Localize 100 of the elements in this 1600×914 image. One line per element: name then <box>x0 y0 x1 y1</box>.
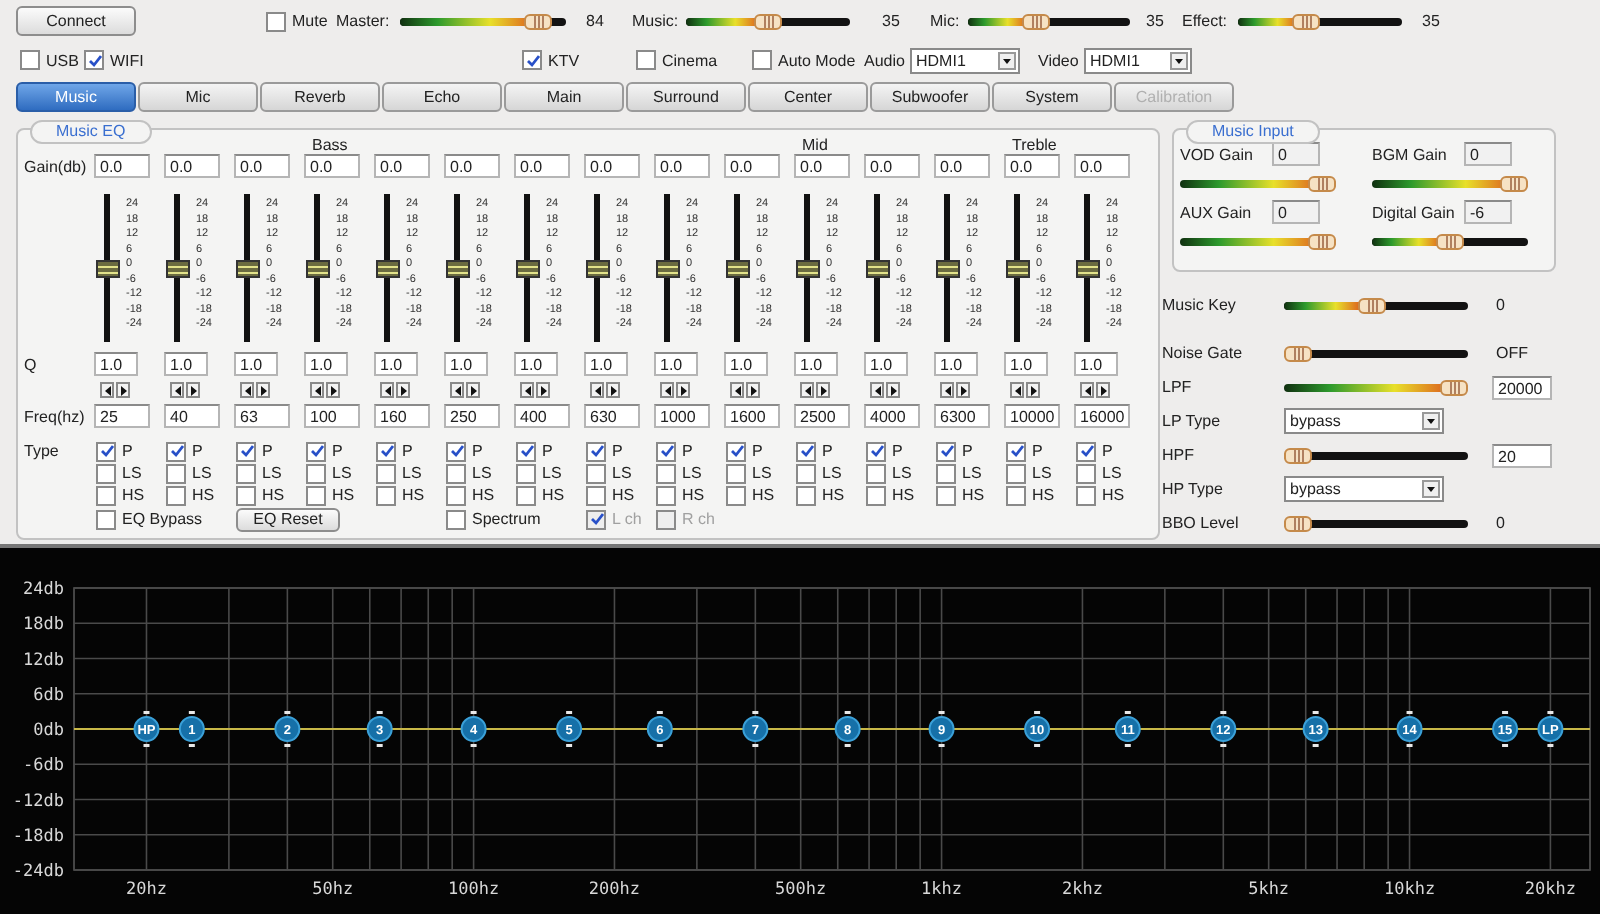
checkbox[interactable] <box>796 485 816 505</box>
decrease-button[interactable] <box>100 382 114 398</box>
gain-field[interactable]: 0.0 <box>94 154 150 178</box>
freq-field[interactable]: 1000 <box>654 404 710 428</box>
decrease-button[interactable] <box>450 382 464 398</box>
decrease-button[interactable] <box>310 382 324 398</box>
checkbox[interactable] <box>446 509 466 529</box>
slider-thumb[interactable] <box>656 259 680 277</box>
slider-thumb[interactable] <box>866 259 890 277</box>
freq-field[interactable]: 40 <box>164 404 220 428</box>
tab[interactable]: Echo <box>382 82 502 112</box>
checkbox[interactable] <box>1076 441 1096 461</box>
checkbox[interactable] <box>726 463 746 483</box>
checkbox[interactable] <box>1076 463 1096 483</box>
slider-thumb[interactable] <box>1308 176 1336 192</box>
checkbox[interactable] <box>522 50 542 70</box>
gain-field[interactable]: 0 <box>1272 142 1320 166</box>
freq-field[interactable]: 6300 <box>934 404 990 428</box>
increase-button[interactable] <box>746 382 760 398</box>
slider-thumb[interactable] <box>236 259 260 277</box>
dropdown[interactable]: bypass <box>1284 408 1444 434</box>
checkbox[interactable] <box>726 441 746 461</box>
tab[interactable]: Center <box>748 82 868 112</box>
checkbox[interactable] <box>20 50 40 70</box>
gain-field[interactable]: 0.0 <box>164 154 220 178</box>
decrease-button[interactable] <box>590 382 604 398</box>
checkbox[interactable] <box>936 463 956 483</box>
checkbox[interactable] <box>1076 485 1096 505</box>
checkbox[interactable] <box>446 463 466 483</box>
slider-thumb[interactable] <box>524 13 553 29</box>
freq-field[interactable]: 4000 <box>864 404 920 428</box>
increase-button[interactable] <box>536 382 550 398</box>
gain-field[interactable]: 0.0 <box>514 154 570 178</box>
increase-button[interactable] <box>116 382 130 398</box>
checkbox[interactable] <box>96 441 116 461</box>
decrease-button[interactable] <box>660 382 674 398</box>
gain-field[interactable]: 0.0 <box>304 154 360 178</box>
decrease-button[interactable] <box>730 382 744 398</box>
slider-thumb[interactable] <box>796 259 820 277</box>
increase-button[interactable] <box>1096 382 1110 398</box>
checkbox[interactable] <box>236 441 256 461</box>
checkbox[interactable] <box>376 485 396 505</box>
increase-button[interactable] <box>186 382 200 398</box>
freq-field[interactable]: 100 <box>304 404 360 428</box>
slider-thumb[interactable] <box>1076 259 1100 277</box>
slider-thumb[interactable] <box>306 259 330 277</box>
slider-thumb[interactable] <box>1500 176 1528 192</box>
slider-thumb[interactable] <box>516 259 540 277</box>
checkbox[interactable] <box>656 485 676 505</box>
gain-field[interactable]: 0.0 <box>234 154 290 178</box>
checkbox[interactable] <box>866 441 886 461</box>
gain-field[interactable]: 0.0 <box>934 154 990 178</box>
freq-field[interactable]: 2500 <box>794 404 850 428</box>
q-field[interactable]: 1.0 <box>444 352 488 376</box>
checkbox[interactable] <box>166 441 186 461</box>
freq-field[interactable]: 10000 <box>1004 404 1060 428</box>
slider-thumb[interactable] <box>1292 13 1321 29</box>
tab[interactable]: System <box>992 82 1112 112</box>
checkbox[interactable] <box>236 463 256 483</box>
slider-thumb[interactable] <box>1284 345 1312 361</box>
increase-button[interactable] <box>676 382 690 398</box>
slider-thumb[interactable] <box>586 259 610 277</box>
slider-thumb[interactable] <box>446 259 470 277</box>
freq-field[interactable]: 63 <box>234 404 290 428</box>
gain-field[interactable]: 0 <box>1464 142 1512 166</box>
value-field[interactable]: 20 <box>1492 443 1552 467</box>
decrease-button[interactable] <box>240 382 254 398</box>
checkbox[interactable] <box>376 463 396 483</box>
slider-thumb[interactable] <box>166 259 190 277</box>
checkbox[interactable] <box>96 463 116 483</box>
checkbox[interactable] <box>166 463 186 483</box>
increase-button[interactable] <box>886 382 900 398</box>
decrease-button[interactable] <box>1080 382 1094 398</box>
gain-field[interactable]: 0.0 <box>654 154 710 178</box>
slider-thumb[interactable] <box>1284 515 1312 531</box>
checkbox[interactable] <box>796 441 816 461</box>
checkbox[interactable] <box>1006 463 1026 483</box>
checkbox[interactable] <box>266 11 286 31</box>
freq-field[interactable]: 250 <box>444 404 500 428</box>
slider-thumb[interactable] <box>376 259 400 277</box>
q-field[interactable]: 1.0 <box>724 352 768 376</box>
gain-field[interactable]: 0.0 <box>584 154 640 178</box>
checkbox[interactable] <box>752 50 772 70</box>
checkbox[interactable] <box>636 50 656 70</box>
increase-button[interactable] <box>606 382 620 398</box>
eq-reset-button[interactable]: EQ Reset <box>236 507 340 531</box>
checkbox[interactable] <box>936 485 956 505</box>
gain-field[interactable]: 0 <box>1272 200 1320 224</box>
slider-thumb[interactable] <box>726 259 750 277</box>
checkbox[interactable] <box>866 463 886 483</box>
checkbox[interactable] <box>516 441 536 461</box>
checkbox[interactable] <box>306 441 326 461</box>
slider-thumb[interactable] <box>1022 13 1051 29</box>
increase-button[interactable] <box>816 382 830 398</box>
q-field[interactable]: 1.0 <box>654 352 698 376</box>
tab[interactable]: Reverb <box>260 82 380 112</box>
checkbox[interactable] <box>586 463 606 483</box>
dropdown[interactable]: HDMI1 <box>1084 47 1192 73</box>
q-field[interactable]: 1.0 <box>584 352 628 376</box>
freq-field[interactable]: 160 <box>374 404 430 428</box>
